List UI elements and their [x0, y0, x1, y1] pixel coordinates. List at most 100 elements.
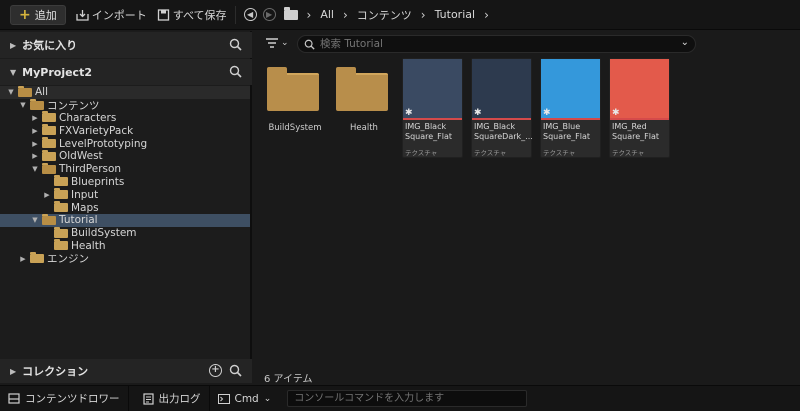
content-search-box[interactable]: ⌄ [297, 35, 696, 53]
log-icon [142, 392, 154, 405]
folder-open-icon [18, 85, 32, 97]
folder-tree: ▼ All ▼ コンテンツ ▶ Characters ▶ FXVarietyPack ▶ Leve… [0, 85, 250, 265]
folder-icon [42, 149, 56, 161]
bottom-bar: コンテンツドロワー 出力ログ Cmd ⌄ [0, 385, 800, 411]
folder-icon [267, 67, 319, 111]
back-arrow-icon[interactable]: ◀ [243, 8, 257, 21]
tree-item[interactable]: ▼ All [0, 85, 250, 99]
expanded-arrow-icon[interactable]: ▼ [10, 68, 16, 77]
asset-type-bar [610, 118, 669, 120]
texture-tile[interactable]: ✱ IMG_Black Square_Flat テクスチャ [402, 58, 463, 158]
content-drawer-button[interactable]: コンテンツドロワー [0, 385, 129, 411]
tree-item[interactable]: Maps [0, 201, 250, 214]
sources-panel: ▶ お気に入り ▼ MyProject2 ▼ All ▼ コンテンツ ▶ Characte… [0, 31, 252, 383]
tree-item[interactable]: Health [0, 239, 250, 253]
chevron-down-icon: ⌄ [281, 38, 289, 48]
breadcrumb-content[interactable]: コンテンツ [357, 7, 412, 23]
breadcrumb-separator[interactable]: › [343, 8, 348, 22]
tree-item[interactable]: ▶ エンジン [0, 252, 250, 265]
texture-tile[interactable]: ✱ IMG_Red Square_Flat テクスチャ [609, 58, 670, 158]
search-icon[interactable] [229, 364, 242, 377]
expanded-arrow-icon[interactable]: ▼ [30, 165, 40, 173]
add-collection-icon[interactable]: + [209, 364, 222, 377]
tree-item[interactable]: ▼ ThirdPerson [0, 162, 250, 176]
breadcrumb-separator[interactable]: › [484, 8, 489, 22]
tree-item-label: Input [71, 188, 99, 201]
console-command-input[interactable] [287, 390, 528, 407]
search-icon[interactable] [229, 38, 242, 51]
folder-icon [42, 124, 56, 136]
folder-tile-label: Health [350, 123, 378, 133]
folder-tile-label: BuildSystem [268, 123, 322, 133]
tree-item-label: Health [71, 239, 106, 252]
texture-kind: テクスチャ [543, 149, 576, 157]
import-button[interactable]: インポート [76, 5, 147, 25]
save-all-button[interactable]: すべて保存 [157, 5, 227, 25]
texture-name: IMG_Blue Square_Flat [543, 122, 591, 141]
drawer-icon [8, 393, 20, 404]
tree-item[interactable]: ▶ Input [0, 188, 250, 201]
folder-icon [42, 137, 56, 149]
output-log-button[interactable]: 出力ログ [129, 385, 210, 411]
expanded-arrow-icon[interactable]: ▼ [30, 216, 40, 224]
tree-item[interactable]: ▶ OldWest [0, 149, 250, 163]
collapsed-arrow-icon[interactable]: ▶ [10, 41, 16, 50]
folder-icon [54, 239, 68, 251]
asset-status-icon: ✱ [405, 108, 413, 118]
tree-item-label: Maps [71, 201, 99, 214]
folder-open-icon [42, 213, 56, 225]
collapsed-arrow-icon[interactable]: ▶ [10, 367, 16, 376]
forward-arrow-icon[interactable]: ▶ [262, 8, 276, 21]
expanded-arrow-icon[interactable]: ▼ [6, 88, 16, 96]
collapsed-arrow-icon[interactable]: ▶ [30, 127, 40, 135]
project-label: MyProject2 [22, 65, 92, 79]
breadcrumb-separator[interactable]: › [421, 8, 426, 22]
collapsed-arrow-icon[interactable]: ▶ [30, 114, 40, 122]
tree-item-label: エンジン [47, 253, 89, 266]
cmd-dropdown[interactable]: Cmd ⌄ [210, 386, 280, 411]
collections-header[interactable]: ▶ コレクション + [0, 359, 252, 383]
texture-kind: テクスチャ [405, 149, 438, 157]
search-input[interactable] [320, 38, 660, 50]
tree-item[interactable]: BuildSystem [0, 226, 250, 240]
tree-item[interactable]: ▼ コンテンツ [0, 98, 250, 112]
breadcrumb-tutorial[interactable]: Tutorial [435, 8, 475, 21]
save-icon [157, 8, 169, 21]
save-all-button-label: すべて保存 [172, 8, 227, 22]
asset-type-bar [472, 118, 531, 120]
collapsed-arrow-icon[interactable]: ▶ [42, 191, 52, 199]
search-icon[interactable] [229, 65, 242, 78]
tree-item[interactable]: Blueprints [0, 175, 250, 189]
folder-open-icon [30, 98, 44, 110]
texture-tile[interactable]: ✱ IMG_Black SquareDark_... テクスチャ [471, 58, 533, 158]
expanded-arrow-icon[interactable]: ▼ [18, 101, 28, 109]
tree-item[interactable]: ▶ Characters [0, 111, 250, 125]
folder-icon [54, 175, 68, 187]
plus-icon: + [19, 6, 31, 23]
import-button-label: インポート [91, 8, 147, 22]
folder-icon[interactable] [283, 6, 298, 20]
tree-item[interactable]: ▶ FXVarietyPack [0, 124, 250, 137]
project-header[interactable]: ▼ MyProject2 [0, 59, 252, 85]
texture-kind: テクスチャ [612, 149, 645, 157]
texture-tile[interactable]: ✱ IMG_Blue Square_Flat テクスチャ [540, 58, 601, 158]
tree-item-label: Tutorial [59, 214, 98, 227]
collapsed-arrow-icon[interactable]: ▶ [30, 152, 40, 160]
tree-item[interactable]: ▶ LevelPrototyping [0, 137, 250, 150]
breadcrumb-separator[interactable]: › [307, 8, 312, 22]
favorites-header[interactable]: ▶ お気に入り [0, 32, 252, 58]
filter-button[interactable]: ⌄ [266, 38, 289, 48]
chevron-down-icon[interactable]: ⌄ [681, 37, 689, 48]
top-toolbar: + 追加 インポート すべて保存 ◀ ▶ › All › コンテンツ › Tut… [0, 0, 800, 30]
filter-icon [266, 38, 278, 48]
breadcrumb-all[interactable]: All [320, 8, 334, 21]
tree-item-label: OldWest [59, 150, 103, 163]
add-button[interactable]: + 追加 [10, 4, 66, 25]
asset-status-icon: ✱ [543, 108, 551, 118]
folder-icon [54, 201, 68, 213]
collapsed-arrow-icon[interactable]: ▶ [30, 140, 40, 148]
collapsed-arrow-icon[interactable]: ▶ [18, 255, 28, 263]
asset-status-icon: ✱ [474, 108, 482, 118]
tree-item[interactable]: ▼ Tutorial [0, 213, 250, 227]
folder-icon [54, 188, 68, 200]
